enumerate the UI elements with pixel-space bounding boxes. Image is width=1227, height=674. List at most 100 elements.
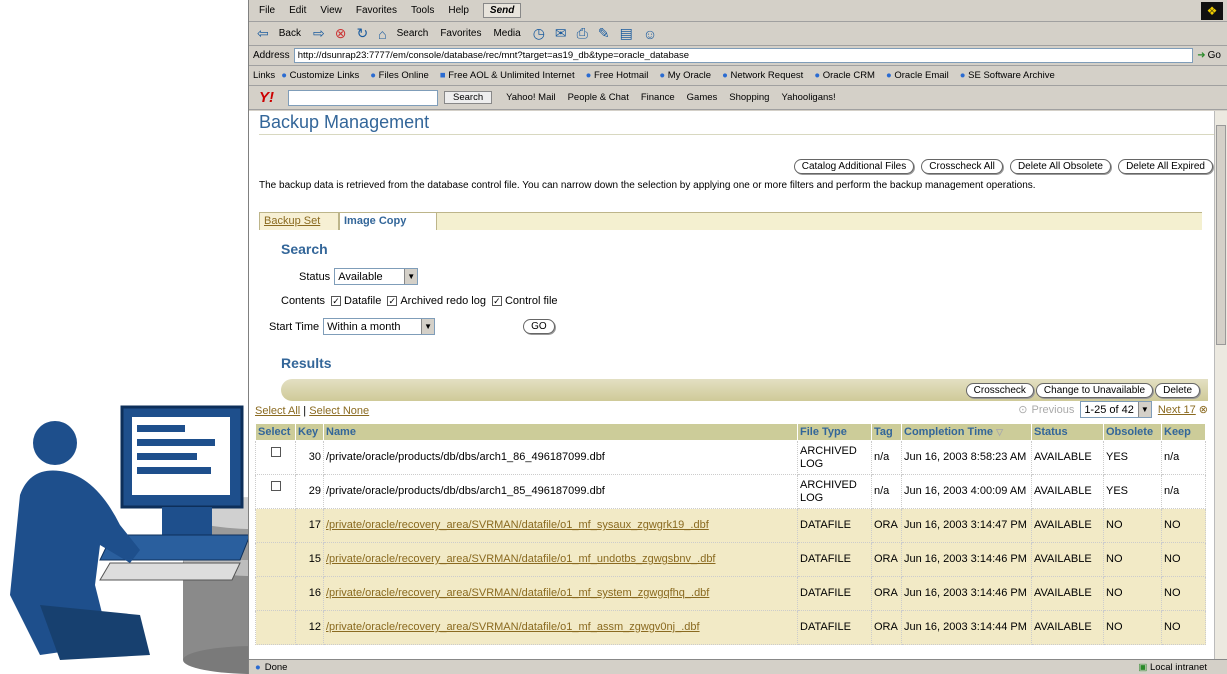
delete-button[interactable]: Delete bbox=[1155, 382, 1200, 398]
row-obsolete: NO bbox=[1103, 542, 1162, 577]
menu-edit[interactable]: Edit bbox=[289, 5, 306, 16]
yahoo-shopping-button[interactable]: Shopping bbox=[729, 92, 769, 103]
status-select[interactable]: Available ▼ bbox=[334, 268, 419, 285]
address-bar: Address http://dsunrap23:7777/em/console… bbox=[249, 46, 1227, 66]
yahoo-logo-icon[interactable]: Y! bbox=[259, 89, 274, 106]
page-range-select[interactable]: 1-25 of 42 ▼ bbox=[1080, 401, 1152, 418]
row-completion-time: Jun 16, 2003 8:58:23 AM bbox=[901, 440, 1032, 475]
yahoo-people-chat-button[interactable]: People & Chat bbox=[568, 92, 629, 103]
table-row: 16/private/oracle/recovery_area/SVRMAN/d… bbox=[255, 576, 1206, 611]
tab-backup-set[interactable]: Backup Set bbox=[259, 212, 339, 230]
yahoo-search-button[interactable]: Search bbox=[444, 91, 493, 104]
row-select-cell bbox=[255, 474, 296, 509]
yahoo-games-button[interactable]: Games bbox=[687, 92, 718, 103]
address-input[interactable]: http://dsunrap23:7777/em/console/databas… bbox=[293, 48, 1194, 63]
row-checkbox[interactable] bbox=[270, 447, 281, 457]
row-status: AVAILABLE bbox=[1031, 576, 1104, 611]
ie-page-icon: ● bbox=[814, 70, 821, 81]
datafile-checkbox[interactable]: ✓ bbox=[331, 296, 342, 306]
status-bar: ● Done ▣ Local intranet bbox=[249, 659, 1227, 674]
row-keep: n/a bbox=[1161, 440, 1206, 475]
menu-view[interactable]: View bbox=[320, 5, 342, 16]
row-checkbox[interactable] bbox=[270, 481, 281, 491]
row-completion-time: Jun 16, 2003 3:14:44 PM bbox=[901, 610, 1032, 645]
stop-icon[interactable]: ⊗ bbox=[335, 25, 347, 42]
search-button[interactable]: Search bbox=[397, 28, 429, 39]
row-name[interactable]: /private/oracle/recovery_area/SVRMAN/dat… bbox=[323, 542, 798, 577]
menu-tools[interactable]: Tools bbox=[411, 5, 434, 16]
row-name: /private/oracle/products/db/dbs/arch1_86… bbox=[323, 440, 798, 475]
control-file-checkbox[interactable]: ✓ bbox=[491, 296, 502, 306]
send-button[interactable]: Send bbox=[482, 3, 522, 18]
address-label: Address bbox=[253, 50, 290, 61]
tab-image-copy[interactable]: Image Copy bbox=[339, 212, 437, 230]
link-oracle-crm[interactable]: ● Oracle CRM bbox=[814, 70, 875, 81]
ie-page-icon: ● bbox=[370, 70, 377, 81]
change-to-unavailable-button[interactable]: Change to Unavailable bbox=[1035, 382, 1154, 398]
scrollbar-thumb[interactable] bbox=[1216, 125, 1226, 345]
media-button[interactable]: Media bbox=[493, 28, 520, 39]
forward-arrow-icon[interactable]: ⇨ bbox=[313, 25, 325, 42]
col-status[interactable]: Status bbox=[1031, 423, 1104, 441]
catalog-additional-files-button[interactable]: Catalog Additional Files bbox=[793, 159, 915, 174]
select-all-link[interactable]: Select All bbox=[255, 405, 300, 417]
col-obsolete[interactable]: Obsolete bbox=[1103, 423, 1162, 441]
favorites-button[interactable]: Favorites bbox=[440, 28, 481, 39]
status-text: Done bbox=[264, 661, 288, 673]
go-search-button[interactable]: GO bbox=[523, 319, 555, 334]
link-oracle-email[interactable]: ● Oracle Email bbox=[886, 70, 949, 81]
history-icon[interactable]: ◷ bbox=[533, 25, 545, 42]
link-se-software-archive[interactable]: ● SE Software Archive bbox=[960, 70, 1055, 81]
row-name[interactable]: /private/oracle/recovery_area/SVRMAN/dat… bbox=[323, 576, 798, 611]
yahooligans-button[interactable]: Yahooligans! bbox=[781, 92, 835, 103]
vertical-scrollbar[interactable] bbox=[1214, 111, 1227, 659]
ie-page-icon: ● bbox=[722, 70, 728, 81]
select-none-link[interactable]: Select None bbox=[309, 405, 369, 417]
refresh-icon[interactable]: ↻ bbox=[356, 25, 368, 42]
row-name[interactable]: /private/oracle/recovery_area/SVRMAN/dat… bbox=[323, 610, 798, 645]
link-my-oracle[interactable]: ● My Oracle bbox=[659, 70, 711, 81]
start-time-select[interactable]: Within a month ▼ bbox=[323, 318, 436, 335]
link-network-request[interactable]: ● Network Request bbox=[722, 70, 803, 81]
menu-file[interactable]: File bbox=[259, 5, 275, 16]
menu-bar: File Edit View Favorites Tools Help Send… bbox=[249, 0, 1227, 22]
link-free-aol[interactable]: ■ Free AOL & Unlimited Internet bbox=[440, 70, 575, 81]
messenger-icon[interactable]: ☺ bbox=[643, 26, 657, 42]
archived-redo-log-checkbox[interactable]: ✓ bbox=[387, 296, 398, 306]
yahoo-mail-button[interactable]: Yahoo! Mail bbox=[506, 92, 555, 103]
start-time-label: Start Time bbox=[269, 320, 320, 333]
col-keep[interactable]: Keep bbox=[1161, 423, 1206, 441]
yahoo-search-input[interactable] bbox=[288, 89, 438, 106]
link-free-hotmail[interactable]: ● Free Hotmail bbox=[586, 70, 649, 81]
home-icon[interactable]: ⌂ bbox=[378, 26, 386, 42]
next-arrow-icon: ⊗ bbox=[1198, 404, 1208, 416]
row-key: 15 bbox=[295, 542, 324, 577]
col-tag[interactable]: Tag bbox=[871, 423, 902, 441]
col-completion-time[interactable]: Completion Time ▽ bbox=[901, 423, 1032, 441]
discuss-icon[interactable]: ▤ bbox=[620, 25, 633, 42]
pagination: ⊙ Previous 1-25 of 42 ▼ Next 17 ⊗ bbox=[1018, 401, 1208, 418]
col-file-type[interactable]: File Type bbox=[797, 423, 872, 441]
next-link[interactable]: Next 17 bbox=[1158, 404, 1196, 416]
print-icon[interactable]: ⎙ bbox=[577, 25, 588, 42]
previous-link[interactable]: Previous bbox=[1032, 404, 1075, 416]
go-button[interactable]: Go bbox=[1208, 50, 1221, 61]
crosscheck-all-button[interactable]: Crosscheck All bbox=[921, 159, 1003, 174]
status-filter: Status Available ▼ bbox=[299, 268, 419, 285]
menu-favorites[interactable]: Favorites bbox=[356, 5, 397, 16]
link-customize-links[interactable]: ● Customize Links bbox=[281, 70, 359, 81]
delete-all-obsolete-button[interactable]: Delete All Obsolete bbox=[1009, 159, 1111, 174]
ie-page-icon: ● bbox=[959, 70, 966, 81]
delete-all-expired-button[interactable]: Delete All Expired bbox=[1118, 159, 1213, 174]
windows-logo-icon: ❖ bbox=[1201, 2, 1223, 20]
crosscheck-button[interactable]: Crosscheck bbox=[965, 382, 1034, 398]
back-button[interactable]: Back bbox=[279, 28, 301, 39]
row-name[interactable]: /private/oracle/recovery_area/SVRMAN/dat… bbox=[323, 508, 798, 543]
col-select: Select bbox=[255, 423, 296, 441]
row-file-type: ARCHIVED LOG bbox=[797, 474, 872, 509]
edit-icon[interactable]: ✎ bbox=[598, 25, 610, 42]
mail-icon[interactable]: ✉ bbox=[555, 25, 567, 42]
link-files-online[interactable]: ● Files Online bbox=[370, 70, 429, 81]
yahoo-finance-button[interactable]: Finance bbox=[641, 92, 675, 103]
menu-help[interactable]: Help bbox=[448, 5, 469, 16]
